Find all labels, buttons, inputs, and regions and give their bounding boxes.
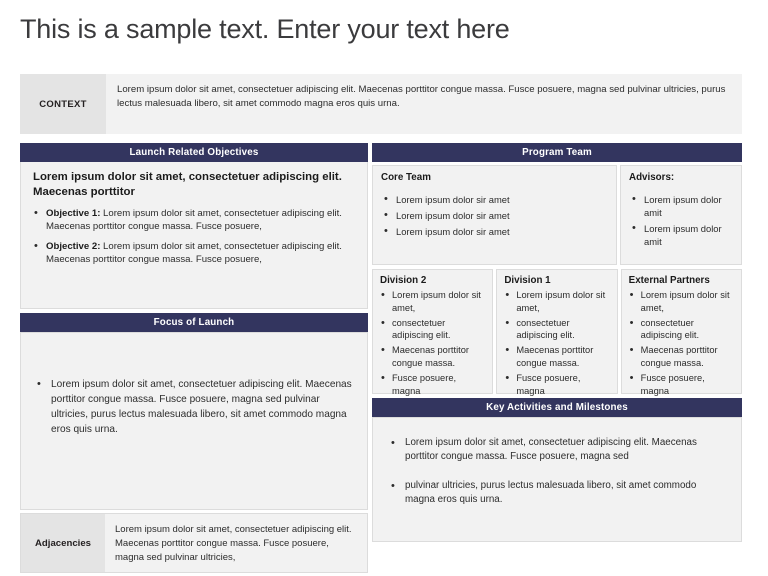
- list-item: Maecenas porttitor congue massa.: [629, 343, 735, 370]
- list-item: Lorem ipsum dolor sir amet: [381, 208, 607, 224]
- division-list: Lorem ipsum dolor sit amet, consectetuer…: [504, 288, 610, 398]
- list-item: Lorem ipsum dolor sit amet,: [504, 288, 610, 315]
- list-item: Maecenas porttitor congue massa.: [504, 343, 610, 370]
- list-item: consectetuer adipiscing elit.: [629, 316, 735, 343]
- list-item: Lorem ipsum dolor amit: [629, 221, 734, 248]
- page-title: This is a sample text. Enter your text h…: [20, 14, 510, 44]
- list-item: consectetuer adipiscing elit.: [504, 316, 610, 343]
- left-column: Launch Related Objectives Lorem ipsum do…: [20, 143, 368, 573]
- context-section: CONTEXT Lorem ipsum dolor sit amet, cons…: [20, 74, 742, 134]
- core-team-box: Core Team Lorem ipsum dolor sir amet Lor…: [372, 165, 617, 265]
- divisions-row: Division 2 Lorem ipsum dolor sit amet, c…: [372, 269, 742, 396]
- list-item: Fusce posuere, magna: [504, 371, 610, 398]
- adjacencies-label: Adjacencies: [21, 514, 105, 572]
- right-column: Program Team Core Team Lorem ipsum dolor…: [372, 143, 742, 563]
- program-team-row: Core Team Lorem ipsum dolor sir amet Lor…: [372, 165, 742, 265]
- objective-2-label: Objective 2:: [46, 240, 101, 252]
- focus-of-launch-body: Lorem ipsum dolor sit amet, consectetuer…: [20, 332, 368, 510]
- key-activities-list: Lorem ipsum dolor sit amet, consectetuer…: [386, 435, 727, 508]
- advisors-title: Advisors:: [629, 172, 675, 183]
- list-item: Lorem ipsum dolor sit amet, consectetuer…: [386, 435, 727, 465]
- adjacencies-text: Lorem ipsum dolor sit amet, consectetuer…: [115, 524, 352, 563]
- list-item: Lorem ipsum dolor sit amet,: [380, 288, 486, 315]
- launch-objectives-lead: Lorem ipsum dolor sit amet, consectetuer…: [33, 171, 342, 198]
- advisors-box: Advisors: Lorem ipsum dolor amit Lorem i…: [620, 165, 742, 265]
- list-item: Objective 1: Lorem ipsum dolor sit amet,…: [33, 206, 355, 234]
- key-activities-header: Key Activities and Milestones: [372, 398, 742, 417]
- division-box-1: Division 1 Lorem ipsum dolor sit amet, c…: [496, 269, 618, 396]
- list-item: Lorem ipsum dolor sit amet,: [629, 288, 735, 315]
- division-list: Lorem ipsum dolor sit amet, consectetuer…: [380, 288, 486, 398]
- launch-objectives-header: Launch Related Objectives: [20, 143, 368, 162]
- list-item: Fusce posuere, magna: [629, 371, 735, 398]
- external-partners-title: External Partners: [628, 275, 710, 286]
- list-item: consectetuer adipiscing elit.: [380, 316, 486, 343]
- external-partners-list: Lorem ipsum dolor sit amet, consectetuer…: [629, 288, 735, 398]
- list-item: Objective 2: Lorem ipsum dolor sit amet,…: [33, 239, 355, 267]
- division-box-0: Division 2 Lorem ipsum dolor sit amet, c…: [372, 269, 494, 396]
- objective-1-label: Objective 1:: [46, 207, 101, 219]
- adjacencies-section: Adjacencies Lorem ipsum dolor sit amet, …: [20, 513, 368, 573]
- core-team-title: Core Team: [381, 172, 431, 183]
- list-item: Lorem ipsum dolor amit: [629, 192, 734, 219]
- division-title: Division 2: [380, 275, 427, 286]
- list-item: Lorem ipsum dolor sit amet, consectetuer…: [33, 376, 355, 438]
- launch-objectives-body: Lorem ipsum dolor sit amet, consectetuer…: [20, 162, 368, 309]
- external-partners-box: External Partners Lorem ipsum dolor sit …: [620, 269, 742, 396]
- launch-objectives-list: Objective 1: Lorem ipsum dolor sit amet,…: [33, 206, 355, 267]
- context-label: CONTEXT: [20, 74, 106, 134]
- list-item: Lorem ipsum dolor sir amet: [381, 192, 607, 208]
- list-item: pulvinar ultricies, purus lectus malesua…: [386, 478, 727, 508]
- list-item: Maecenas porttitor congue massa.: [380, 343, 486, 370]
- context-text: Lorem ipsum dolor sit amet, consectetuer…: [106, 74, 742, 134]
- focus-of-launch-header: Focus of Launch: [20, 313, 368, 332]
- list-item: Fusce posuere, magna: [380, 371, 486, 398]
- list-item: Lorem ipsum dolor sir amet: [381, 224, 607, 240]
- division-title: Division 1: [504, 275, 551, 286]
- focus-of-launch-list: Lorem ipsum dolor sit amet, consectetuer…: [33, 376, 355, 438]
- program-team-header: Program Team: [372, 143, 742, 162]
- advisors-list: Lorem ipsum dolor amit Lorem ipsum dolor…: [629, 192, 734, 249]
- key-activities-body: Lorem ipsum dolor sit amet, consectetuer…: [372, 417, 742, 542]
- core-team-list: Lorem ipsum dolor sir amet Lorem ipsum d…: [381, 192, 607, 240]
